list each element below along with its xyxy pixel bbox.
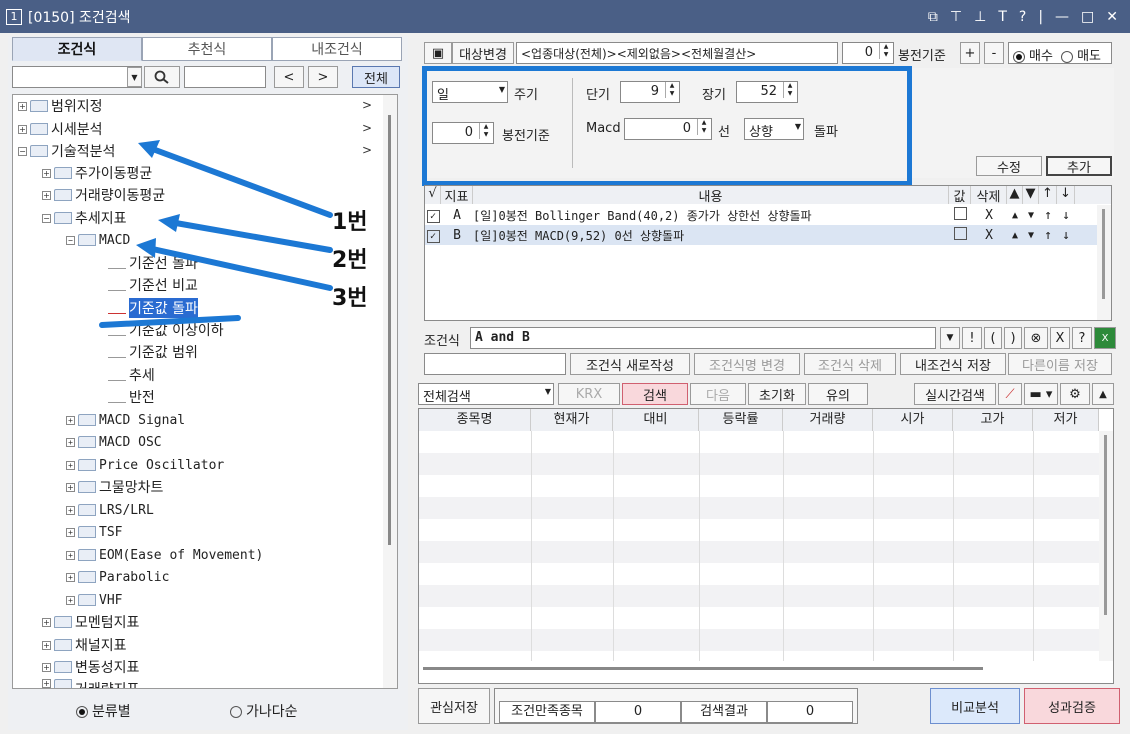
annotation-1: 1번	[332, 210, 368, 235]
annotation-3: 3번	[332, 286, 368, 311]
annotation-2: 2번	[332, 248, 368, 273]
annotation-arrows	[99, 140, 333, 328]
